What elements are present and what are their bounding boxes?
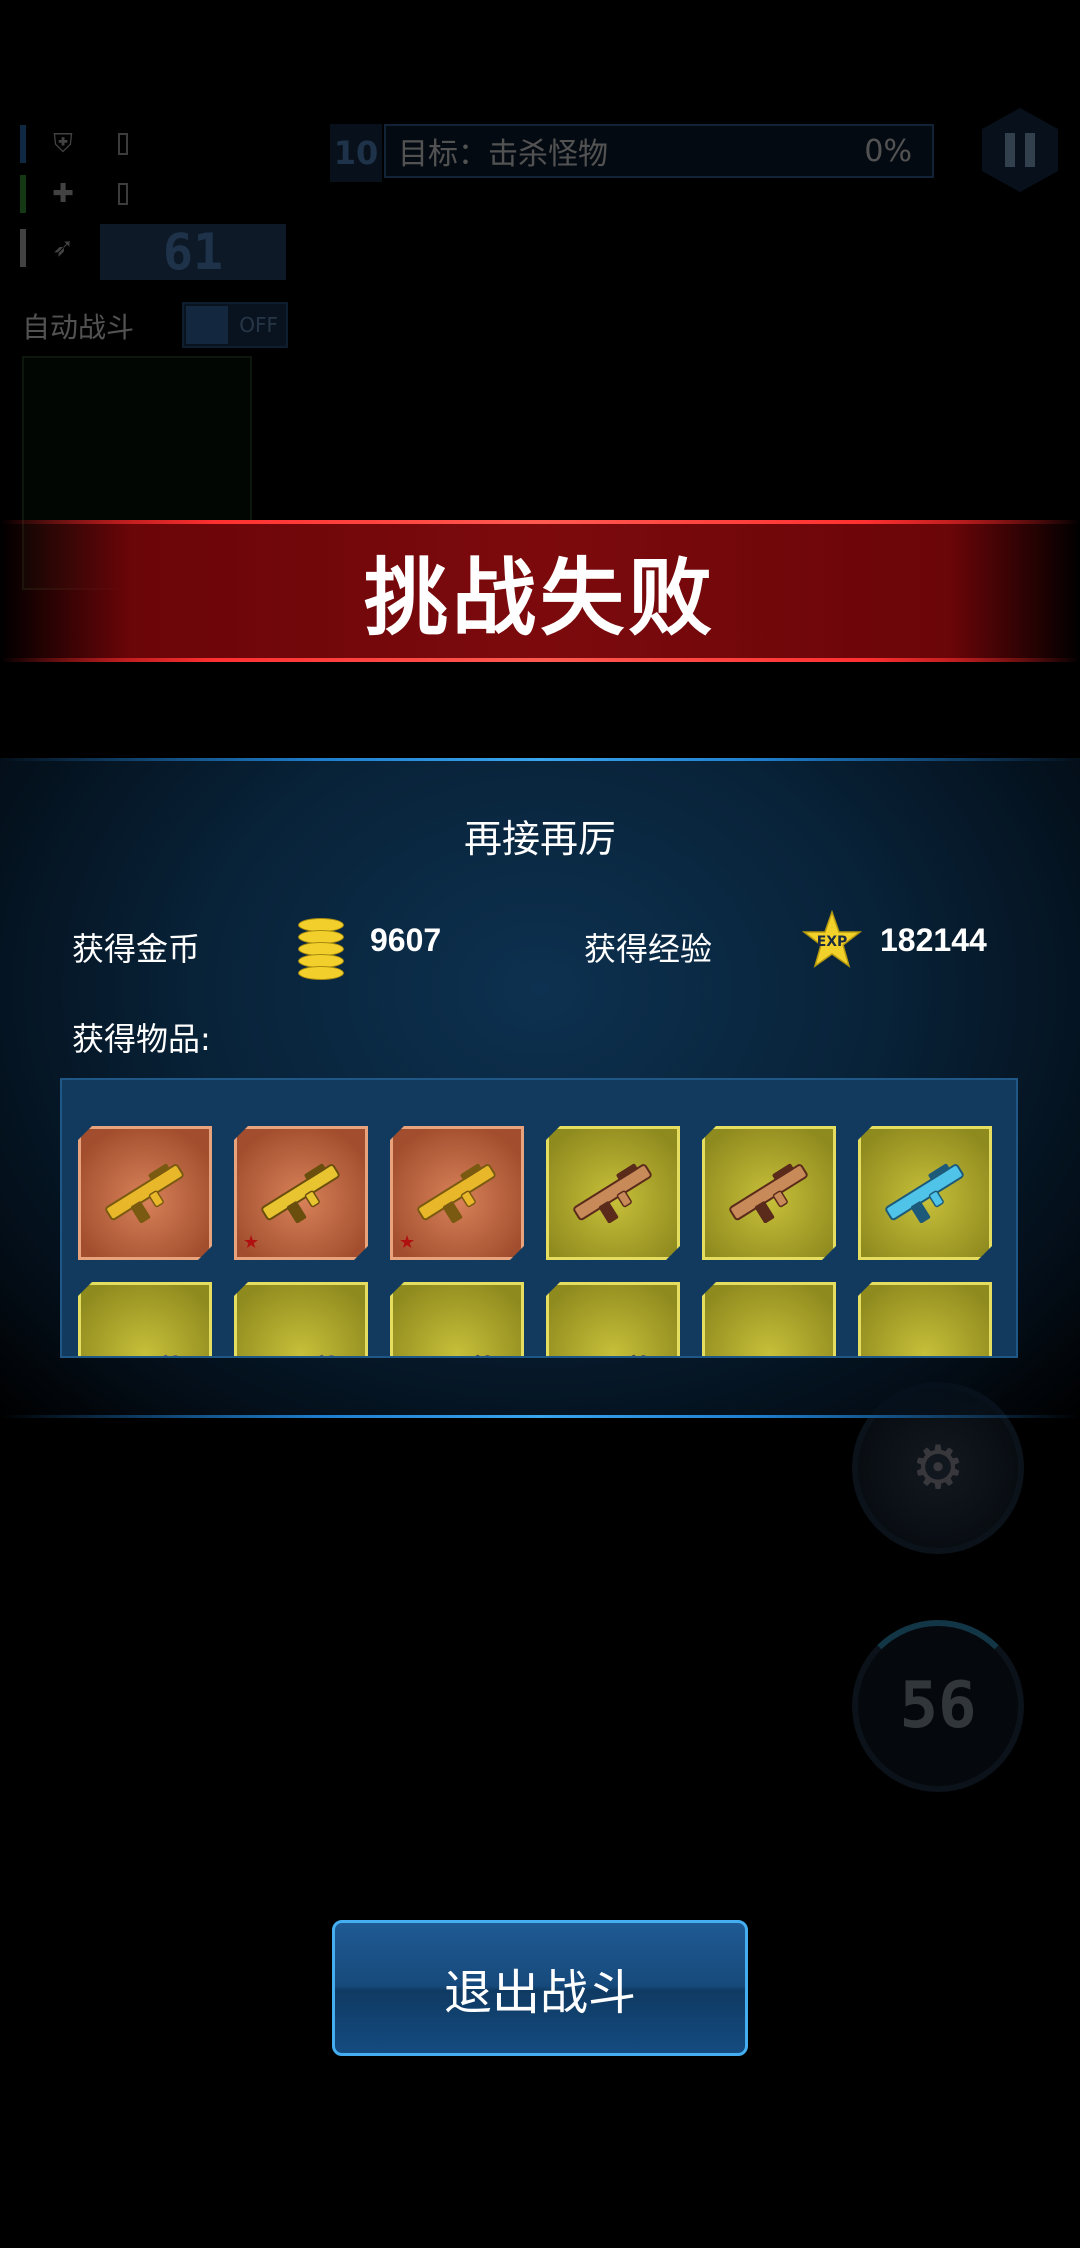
gold-value: 9607 (370, 922, 442, 958)
striped-shotgun-icon (721, 1163, 817, 1223)
pause-icon (1005, 133, 1015, 167)
exp-badge-text: EXP (817, 934, 848, 950)
ammo-bar (20, 229, 26, 267)
golden-rifle-icon (409, 1163, 505, 1223)
ammo-count: 61 (100, 223, 286, 281)
silver-rifle-icon (97, 1354, 193, 1358)
bullet-icon: ➶ (52, 233, 74, 263)
golden-rifle-icon (97, 1163, 193, 1223)
blue-helmet-icon (897, 1356, 953, 1358)
reward-item[interactable] (78, 1282, 212, 1358)
striped-shotgun-icon (565, 1163, 661, 1223)
failure-title: 挑战失败 (363, 548, 716, 647)
auto-battle-toggle[interactable]: OFF (182, 302, 288, 348)
auto-battle-label: 自动战斗 (22, 311, 135, 344)
reward-item[interactable] (858, 1282, 992, 1358)
objective-text: 目标：击杀怪物 (398, 137, 608, 172)
reward-item[interactable]: ★ (234, 1126, 368, 1260)
reward-item[interactable] (78, 1126, 212, 1260)
pause-icon-bar (1025, 133, 1035, 167)
result-panel: 再接再厉 获得金币 9607 获得经验 EXP 182144 获得物品: ★ ★ (0, 758, 1080, 1418)
health-value (118, 183, 128, 205)
shield-stat: ⛨ (20, 124, 128, 164)
pause-button[interactable] (982, 108, 1058, 192)
exp-star-icon: EXP (801, 909, 863, 970)
reward-item[interactable] (390, 1282, 524, 1358)
golden-pistol-icon (253, 1163, 349, 1223)
shield-value (118, 133, 128, 155)
cooldown-value: 56 (899, 1669, 977, 1743)
reward-item[interactable]: ★ (390, 1126, 524, 1260)
wave-number: 10 (330, 124, 382, 182)
item-grid[interactable]: ★ ★ (60, 1078, 1018, 1358)
reward-item[interactable] (546, 1126, 680, 1260)
ammo-stat: ➶ (20, 228, 78, 268)
toggle-state: OFF (239, 313, 278, 337)
exit-battle-button[interactable]: 退出战斗 (332, 1920, 748, 2056)
blue-energy-rifle-icon (877, 1163, 973, 1223)
exp-value: 182144 (880, 922, 987, 958)
turret-icon: ⚙ (911, 1433, 965, 1503)
failure-banner: 挑战失败 (0, 520, 1080, 662)
reward-item[interactable] (858, 1126, 992, 1260)
toggle-knob (186, 306, 228, 344)
gray-shotgun-icon (565, 1354, 661, 1358)
gold-label: 获得金币 (72, 930, 201, 968)
items-label: 获得物品: (72, 1020, 211, 1058)
health-stat: ✚ (20, 174, 128, 214)
cooldown-button[interactable]: 56 (852, 1620, 1024, 1792)
gold-coin-icon (298, 914, 344, 980)
objective-bar: 目标：击杀怪物 0% (384, 124, 934, 178)
health-icon: ✚ (52, 179, 74, 209)
reward-item[interactable] (702, 1282, 836, 1358)
reward-item[interactable] (546, 1282, 680, 1358)
health-bar (20, 175, 26, 213)
objective-progress: 0% (864, 133, 912, 169)
star-icon: ★ (399, 1232, 416, 1253)
exp-label: 获得经验 (584, 930, 713, 968)
reward-item[interactable] (702, 1126, 836, 1260)
shield-icon: ⛨ (53, 128, 73, 159)
reward-item[interactable] (234, 1282, 368, 1358)
gray-shotgun-icon (409, 1354, 505, 1358)
star-icon: ★ (243, 1232, 260, 1253)
encouragement-text: 再接再厉 (463, 817, 616, 861)
silver-rifle-icon (253, 1354, 349, 1358)
shield-bar (20, 125, 26, 163)
orange-helmet-icon (741, 1356, 797, 1358)
